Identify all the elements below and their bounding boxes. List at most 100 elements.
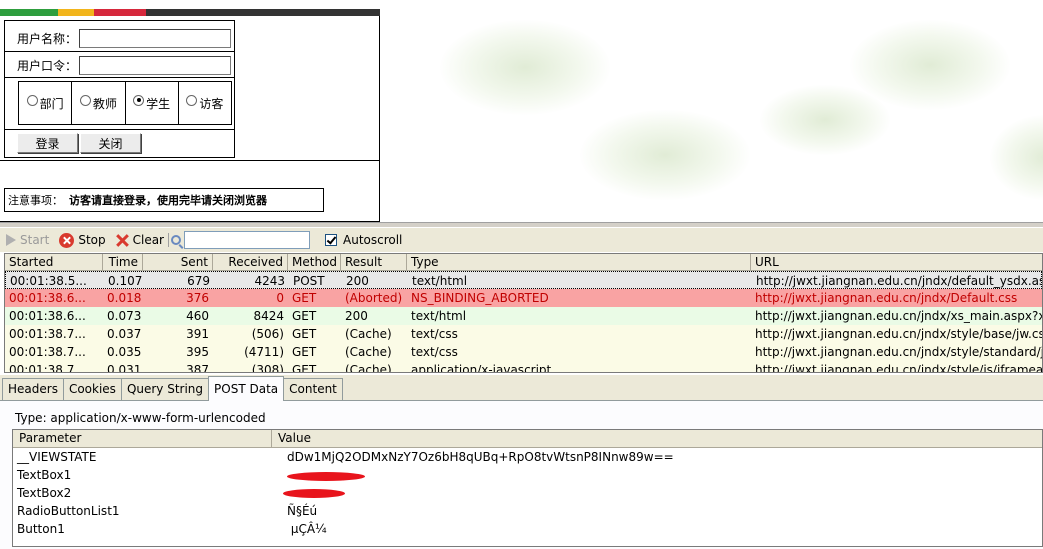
search-icon [171,235,181,245]
role-option-teacher[interactable]: 教师 [72,82,126,124]
cell-url: http://jwxt.jiangnan.edu.cn/jndx/Default… [755,291,1018,305]
cell-type: text/html [411,309,467,323]
autoscroll-label[interactable]: Autoscroll [343,233,402,247]
cell-url: http://jwxt.jiangnan.edu.cn/jndx/xs_main… [755,309,1042,323]
radio-button[interactable] [26,94,38,106]
cell-received: (308) [251,363,284,373]
column-header-value[interactable]: Value [272,430,1042,447]
column-header-parameter[interactable]: Parameter [13,430,272,447]
cell-type: application/x-javascript [411,363,552,373]
color-bar-segment [58,9,94,16]
password-input[interactable] [79,55,231,75]
tab-query-string[interactable]: Query String [120,378,210,400]
cell-sent: 395 [186,345,209,359]
param-value [271,466,1042,484]
role-radio-group: 部门 教师 学生 访客 [18,81,232,125]
close-button[interactable]: 关闭 [80,133,141,153]
redaction-mark [287,472,365,481]
notice-label: 注意事项： [8,194,63,207]
column-header-time[interactable]: Time [103,254,143,270]
column-header-sent[interactable]: Sent [143,254,213,270]
param-value: dDw1MjQ2ODMxNzY7Oz6bH8qUBq+RpO8tvWtsnP8I… [287,450,674,464]
radio-button[interactable] [79,94,91,106]
table-row[interactable]: 00:01:38.6... 0.073 460 8424 GET 200 tex… [5,307,1042,325]
cell-sent: 679 [187,274,210,288]
role-label: 部门 [39,96,64,111]
autoscroll-checkbox[interactable] [325,234,337,246]
toolbar: Start Stop Clear Autoscroll [0,228,1043,252]
cell-method: POST [293,274,325,288]
cell-time: 0.031 [107,363,142,373]
cell-url: http://jwxt.jiangnan.edu.cn/jndx/style/j… [755,363,1042,373]
table-row[interactable]: 00:01:38.7... 0.037 391 (506) GET (Cache… [5,325,1042,343]
toolbar-separator [168,233,169,247]
post-data-panel: Type: application/x-www-form-urlencoded … [0,401,1043,549]
cell-result: (Cache) [345,345,392,359]
column-header-type[interactable]: Type [407,254,751,270]
password-label: 用户口令： [17,58,78,73]
background-leaf-decoration [990,115,1043,200]
table-row[interactable]: __VIEWSTATE dDw1MjQ2ODMxNzY7Oz6bH8qUBq+R… [13,448,1042,466]
clear-icon [116,234,129,247]
role-option-department[interactable]: 部门 [19,82,73,124]
stop-button[interactable]: Stop [59,232,106,248]
start-button[interactable]: Start [6,233,49,247]
cell-url: http://jwxt.jiangnan.edu.cn/jndx/style/b… [755,327,1042,341]
cell-received: 8424 [253,309,284,323]
table-row[interactable]: 00:01:38.6... 0.018 376 0 GET (Aborted) … [5,289,1042,307]
notice-box: 注意事项： 访客请直接登录，使用完毕请关闭浏览器 [4,188,324,212]
column-header-received[interactable]: Received [213,254,288,270]
table-row[interactable]: 00:01:38.5... 0.107 679 4243 POST 200 te… [5,271,1042,289]
cell-time: 0.073 [107,309,142,323]
redaction-mark [283,489,345,498]
login-button[interactable]: 登录 [17,133,78,153]
param-name: TextBox1 [17,468,72,482]
cell-type: text/css [411,345,458,359]
request-list: Started Time Sent Received Method Result… [4,253,1043,373]
webpage-view: 用户名称： 用户口令： 部门 教师 学生 访客 登录 关闭 注意事项： 访客请直… [0,0,1043,222]
tab-post-data[interactable]: POST Data [208,376,285,401]
column-header-url[interactable]: URL [751,254,1042,270]
filter-input[interactable] [184,231,310,249]
table-row[interactable]: TextBox1 [13,466,1042,484]
radio-button-selected[interactable] [133,94,145,106]
cell-received: 0 [276,291,284,305]
background-leaf-decoration [440,20,610,115]
column-header-result[interactable]: Result [341,254,407,270]
cell-result: (Aborted) [345,291,403,305]
table-row[interactable]: 00:01:38.7... 0.035 395 (4711) GET (Cach… [5,343,1042,361]
column-header-method[interactable]: Method [288,254,341,270]
tab-content[interactable]: Content [283,378,343,400]
cell-started: 00:01:38.6... [9,309,86,323]
username-input[interactable] [79,28,231,48]
table-row[interactable]: 00:01:38.7... 0.031 387 (308) GET (Cache… [5,361,1042,373]
post-params-header: Parameter Value [13,430,1042,448]
tab-cookies[interactable]: Cookies [62,378,122,400]
table-row[interactable]: Button1 µÇÂ¼ [13,520,1042,538]
role-option-student[interactable]: 学生 [126,82,179,124]
cell-result: 200 [346,274,369,288]
cell-method: GET [292,345,317,359]
cell-received: (4711) [244,345,284,359]
cell-started: 00:01:38.7... [9,345,86,359]
play-icon [6,234,16,246]
divider [0,160,379,161]
role-label: 访客 [199,96,224,111]
column-header-started[interactable]: Started [5,254,103,270]
role-label: 教师 [92,96,117,111]
color-bar-segment [0,9,58,16]
form-buttons: 登录 关闭 [17,133,141,153]
notice-text: 访客请直接登录，使用完毕请关闭浏览器 [69,194,267,207]
param-name: Button1 [17,522,65,536]
table-row[interactable]: TextBox2 [13,484,1042,502]
cell-type: NS_BINDING_ABORTED [411,291,549,305]
cell-started: 00:01:38.7... [9,363,86,373]
tab-headers[interactable]: Headers [2,378,64,400]
cell-sent: 387 [186,363,209,373]
clear-button[interactable]: Clear [116,233,164,247]
radio-button[interactable] [186,94,198,106]
table-row[interactable]: RadioButtonList1 Ñ§Éú [13,502,1042,520]
cell-result: 200 [345,309,368,323]
role-option-visitor[interactable]: 访客 [179,82,231,124]
cell-method: GET [292,309,317,323]
